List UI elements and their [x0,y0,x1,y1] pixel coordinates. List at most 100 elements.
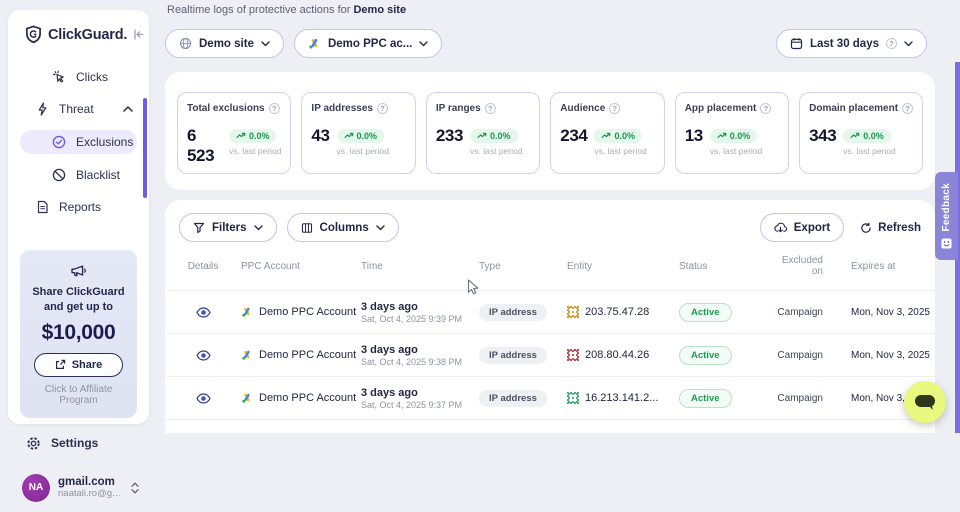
affiliate-promo-card[interactable]: Share ClickGuard and get up to $10,000 S… [20,250,137,418]
stat-value: 43 [311,126,329,146]
view-details-eye-icon[interactable] [196,307,211,318]
site-selector[interactable]: Demo site [165,29,284,58]
account-selector-value: Demo PPC ac... [328,38,412,50]
account-selector[interactable]: Demo PPC ac... [294,29,442,58]
chevron-updown-icon [131,482,139,494]
view-details-eye-icon[interactable] [196,350,211,361]
promo-amount: $10,000 [30,321,127,345]
stat-compare: vs. last period [594,146,646,156]
trend-up-icon [601,132,611,139]
sidebar-item-blacklist[interactable]: Blacklist [8,162,149,188]
table-row[interactable]: Demo PPC Account 3 days agoSat, Oct 4, 2… [165,376,935,419]
time-exact: Sat, Oct 4, 2025 9:39 PM [361,314,471,324]
calendar-icon [790,37,803,50]
excluded-on-value: Campaign [771,307,823,318]
block-icon [52,168,66,182]
type-badge: IP address [479,304,547,321]
check-circle-icon [52,135,66,149]
user-name: gmail.com [58,476,123,488]
entity-value: 208.80.44.26 [585,349,649,361]
help-icon[interactable] [485,103,496,114]
stat-label: App placement [685,103,757,114]
stat-compare: vs. last period [470,146,522,156]
sidebar: ClickGuard. Clicks Threat [8,10,149,424]
trend-up-icon [477,132,487,139]
user-menu[interactable]: NA gmail.com naatali.ro@gmail.com [8,464,149,512]
google-ads-icon [241,306,253,318]
ppc-account-name: Demo PPC Account [259,306,356,318]
lightning-icon [36,102,49,116]
status-badge: Active [679,389,732,408]
refresh-icon [860,222,872,234]
date-range-selector[interactable]: Last 30 days [776,29,927,58]
document-icon [36,200,49,214]
stat-compare: vs. last period [843,146,895,156]
stat-value: 234 [560,126,587,146]
status-badge: Active [679,346,732,365]
column-header-entity[interactable]: Entity [559,261,671,272]
chevron-down-icon [254,225,263,231]
help-icon[interactable] [902,103,913,114]
collapse-sidebar-icon[interactable] [132,28,145,41]
table-row[interactable]: Demo PPC Account 3 days agoSat, Oct 4, 2… [165,333,935,376]
sidebar-item-clicks[interactable]: Clicks [8,64,149,90]
delta-badge: 0.0% [470,129,518,143]
column-header-excluded-on[interactable]: Excluded on [771,255,823,277]
column-header-time[interactable]: Time [353,261,471,272]
chat-widget-button[interactable] [904,381,946,423]
feedback-tab[interactable]: Feedback [935,172,958,260]
columns-button[interactable]: Columns [287,213,399,242]
google-ads-icon [308,37,321,50]
trend-up-icon [344,132,354,139]
logo-text: ClickGuard. [48,27,127,43]
google-ads-icon [241,392,253,404]
logo: ClickGuard. [8,10,149,50]
page-subtitle: Realtime logs of protective actions for … [167,4,406,16]
sidebar-item-exclusions[interactable]: Exclusions [20,130,137,154]
export-button[interactable]: Export [760,213,844,242]
help-icon[interactable] [377,103,388,114]
sidebar-item-label: Exclusions [76,135,133,149]
chevron-down-icon [261,41,270,47]
chevron-down-icon [904,41,913,47]
entity-identicon [567,392,579,404]
sidebar-item-settings[interactable]: Settings [8,436,149,451]
stat-label: Total exclusions [187,103,265,114]
settings-label: Settings [51,436,98,450]
sidebar-item-reports[interactable]: Reports [8,194,149,220]
table-row[interactable]: Demo PPC Account 3 days agoSat, Oct 4, 2… [165,290,935,333]
help-icon[interactable] [269,103,280,114]
view-details-eye-icon[interactable] [196,393,211,404]
refresh-button[interactable]: Refresh [860,222,921,234]
globe-icon [179,37,192,50]
refresh-button-label: Refresh [878,222,921,234]
sidebar-scrollbar[interactable] [143,98,147,198]
external-link-icon [55,359,66,370]
column-header-ppc-account[interactable]: PPC Account [223,261,353,272]
ppc-account-name: Demo PPC Account [259,392,356,404]
help-icon[interactable] [760,103,771,114]
column-header-expires-at[interactable]: Expires at [823,261,917,272]
google-ads-icon [241,349,253,361]
trend-up-icon [850,132,860,139]
promo-headline: Share ClickGuard and get up to [30,285,127,315]
column-header-details[interactable]: Details [183,261,223,272]
delta-badge: 0.0% [594,129,642,143]
megaphone-icon [30,263,127,279]
column-header-type[interactable]: Type [471,261,559,272]
filters-button[interactable]: Filters [179,213,277,242]
stat-value: 6 523 [187,126,222,165]
help-icon[interactable] [609,103,620,114]
user-email: naatali.ro@gmail.com [58,488,123,499]
column-header-status[interactable]: Status [671,261,771,272]
sidebar-item-label: Reports [59,200,101,214]
share-button-label: Share [72,359,103,371]
stat-card-app-placement: App placement 13 0.0% vs. last period [675,92,789,174]
share-button[interactable]: Share [34,353,123,377]
cursor-click-icon [52,70,66,84]
sidebar-item-label: Threat [59,102,94,116]
expires-at-value: Mon, Nov 3, 2025 [823,307,930,318]
stats-panel: Total exclusions 6 523 0.0% vs. last per… [165,72,935,190]
trend-up-icon [717,132,727,139]
sidebar-item-threat[interactable]: Threat [8,96,149,122]
